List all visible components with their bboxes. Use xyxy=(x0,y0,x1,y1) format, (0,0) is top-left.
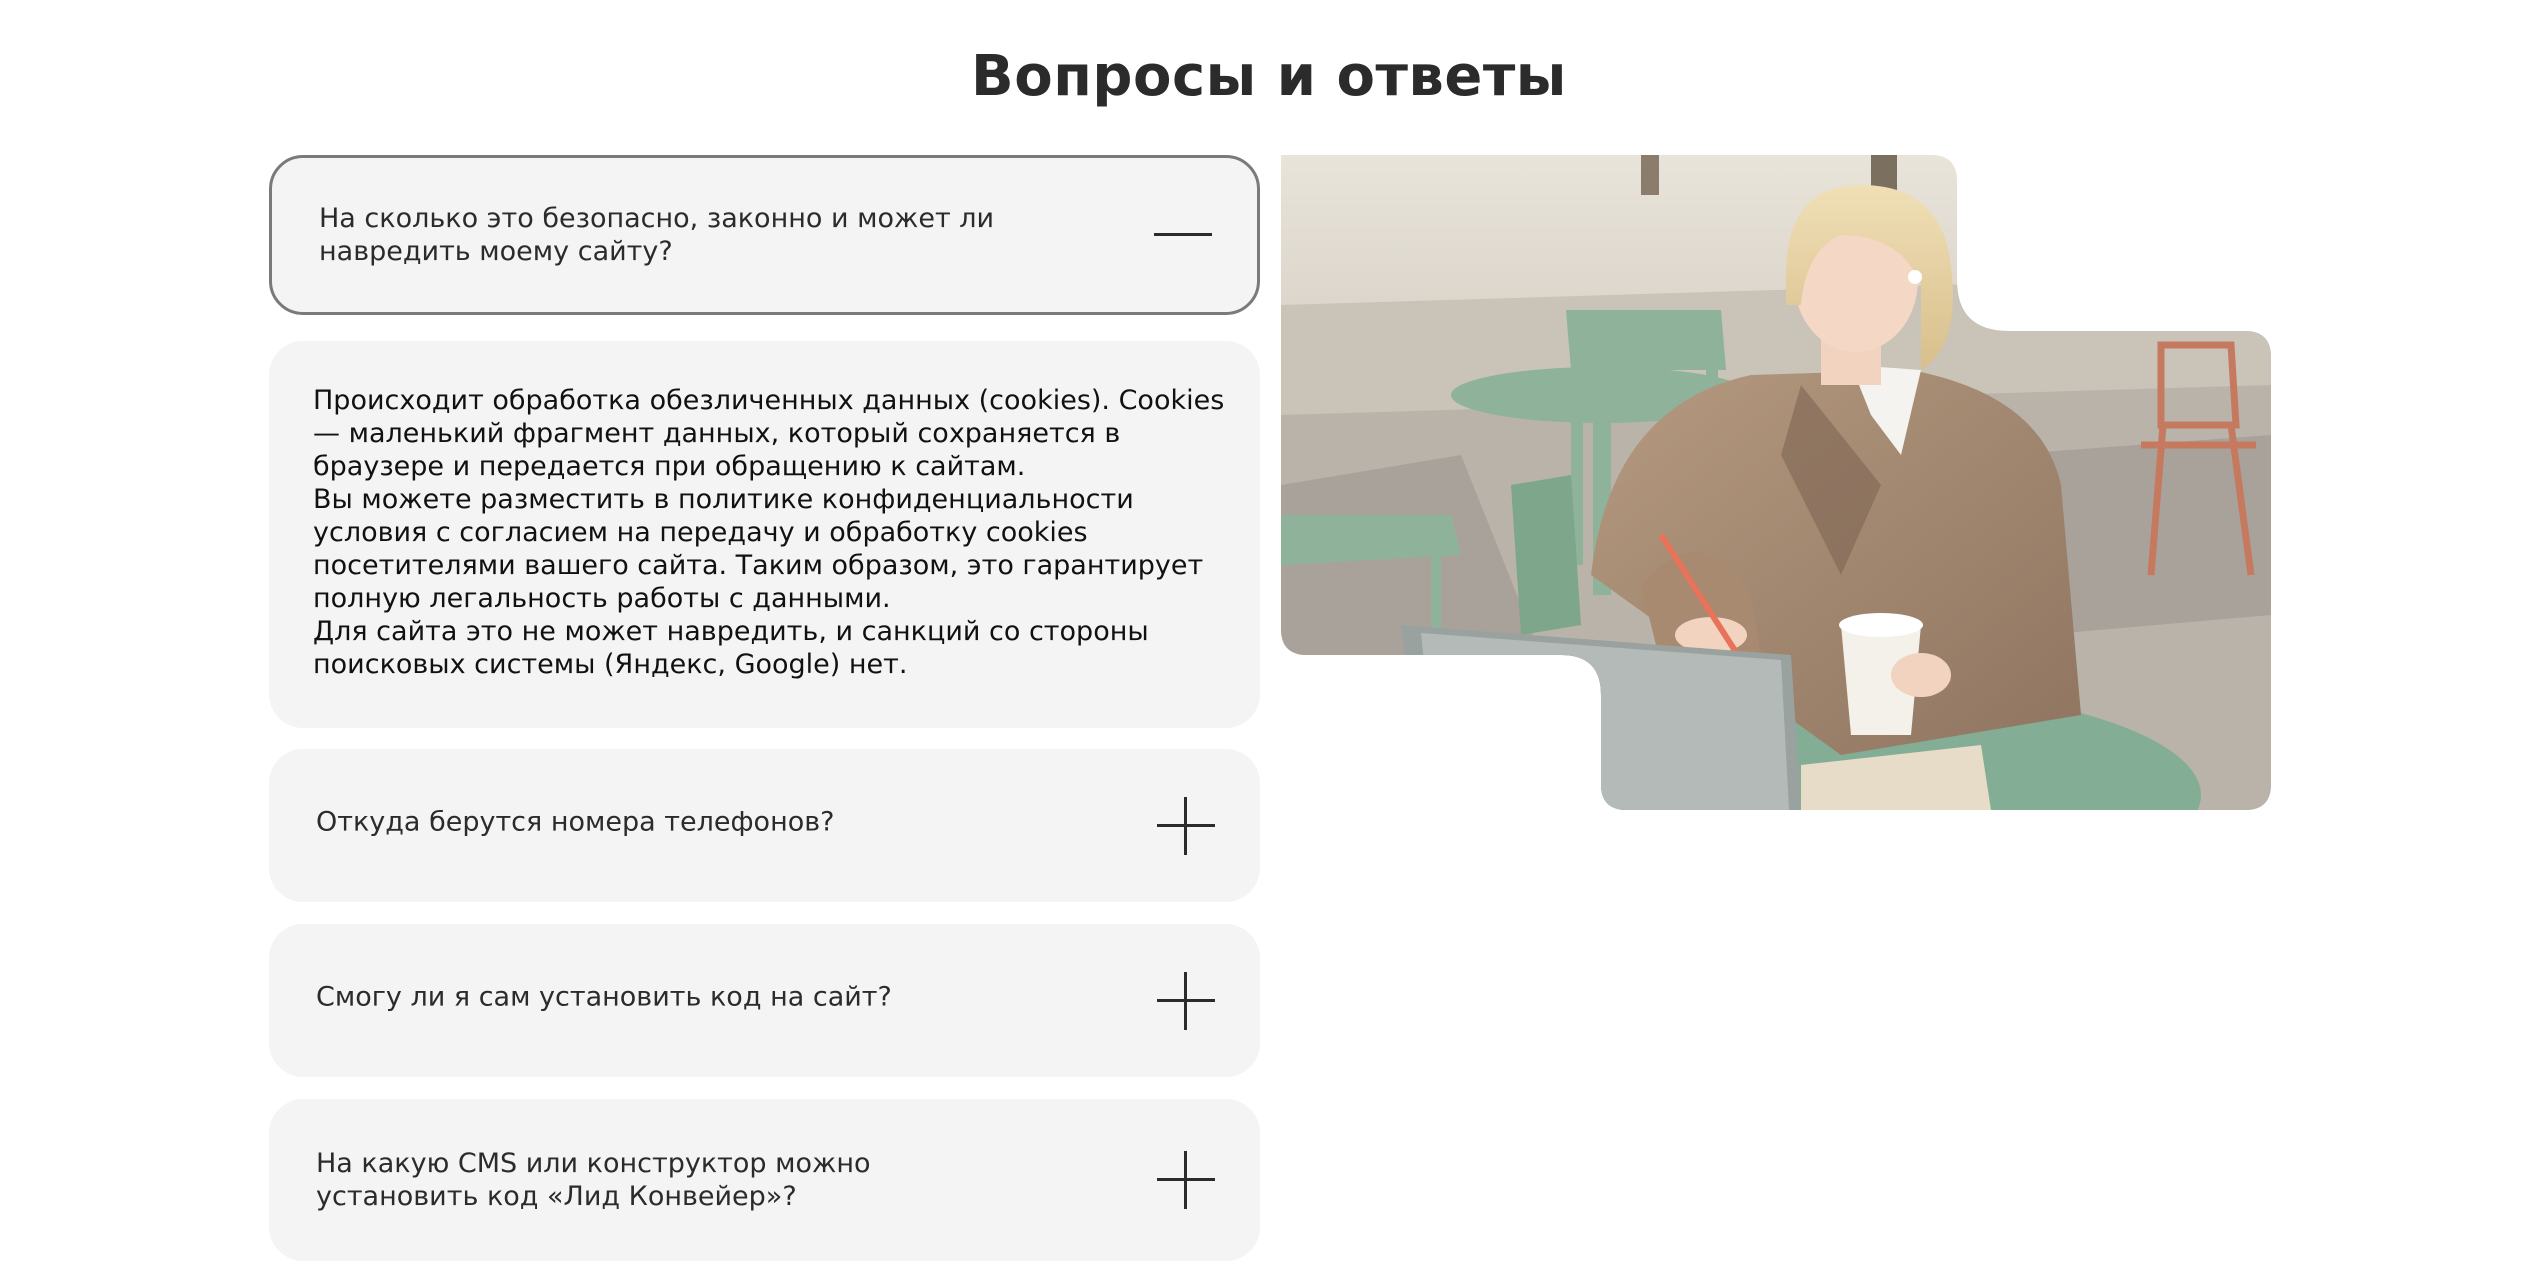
answer-paragraph: Происходит обработка обезличенных данных… xyxy=(313,385,1225,482)
faq-question-text: Откуда берутся номера телефонов? xyxy=(316,806,835,838)
faq-question-4[interactable]: На какую CMS или конструктор можно устан… xyxy=(269,1099,1260,1261)
faq-answer-1: Происходит обработка обезличенных данных… xyxy=(269,341,1260,728)
plus-icon[interactable] xyxy=(1157,1151,1215,1209)
plus-icon[interactable] xyxy=(1157,796,1215,855)
woman-laptop-photo xyxy=(1281,155,2271,810)
minus-icon[interactable] xyxy=(1154,206,1212,264)
faq-question-1[interactable]: На сколько это безопасно, законно и може… xyxy=(269,155,1260,315)
answer-paragraph: Для сайта это не может навредить, и санк… xyxy=(313,616,1149,680)
faq-question-text: На сколько это безопасно, законно и може… xyxy=(319,203,995,267)
faq-answer-text: Происходит обработка обезличенных данных… xyxy=(313,384,1233,681)
answer-paragraph: Вы можете разместить в политике конфиден… xyxy=(313,484,1204,614)
faq-question-text: На какую CMS или конструктор можно устан… xyxy=(316,1148,871,1212)
faq-question-2[interactable]: Откуда берутся номера телефонов? xyxy=(269,749,1260,902)
page-title: Вопросы и ответы xyxy=(971,44,1567,109)
plus-icon[interactable] xyxy=(1157,971,1215,1030)
faq-question-text: Смогу ли я сам установить код на сайт? xyxy=(316,981,892,1013)
faq-question-3[interactable]: Смогу ли я сам установить код на сайт? xyxy=(269,924,1260,1077)
